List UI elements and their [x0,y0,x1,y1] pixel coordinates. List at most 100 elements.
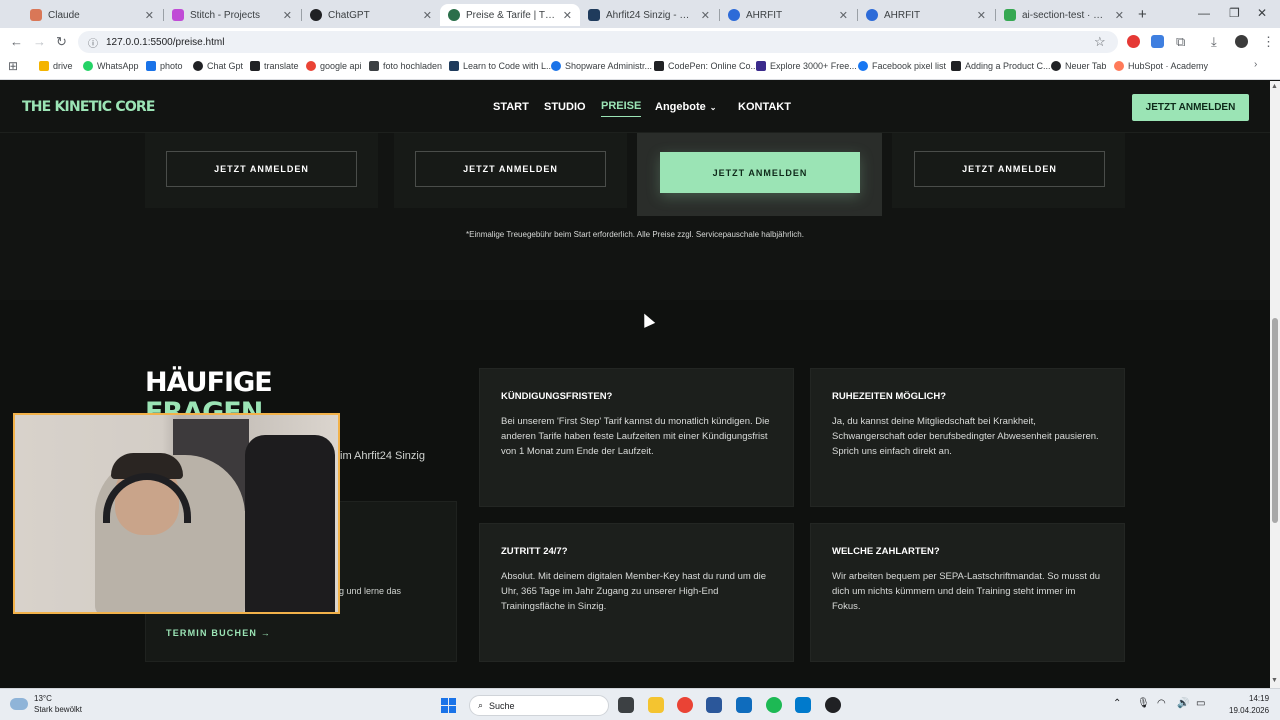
nav-preise[interactable]: PREISE [601,100,642,117]
faq-question: ZUTRITT 24/7? [501,546,568,557]
tab-label: AHRFIT [884,9,921,21]
faq-card: ZUTRITT 24/7? Absolut. Mit deinem digita… [479,523,794,662]
bookmark-star-icon[interactable]: ☆ [1094,34,1106,50]
pricing-signup-button[interactable]: JETZT ANMELDEN [415,151,606,187]
window-close-icon[interactable]: ✕ [1257,6,1267,20]
menu-icon[interactable]: ⋮ [1262,34,1275,50]
nav-studio[interactable]: STUDIO [544,101,586,113]
close-icon[interactable]: ✕ [423,9,432,22]
app-icon[interactable] [825,697,841,713]
bookmark-explore[interactable]: Explore 3000+ Free... [756,61,857,71]
tab-claude[interactable]: Claude ✕ [22,4,162,26]
taskbar-clock[interactable]: 14:19 19.04.2026 [1229,693,1269,717]
profile-avatar[interactable] [1235,35,1248,48]
nav-kontakt[interactable]: KONTAKT [738,101,791,113]
address-toolbar: ← → ↻ ⓘ 127.0.0.1:5500/preise.html ☆ ⧉ ⤓… [0,28,1280,56]
nav-angebote-label: Angebote [655,101,706,113]
bookmark-neuer-tab[interactable]: Neuer Tab [1051,61,1106,71]
bookmark-shopware[interactable]: Shopware Administr... [551,61,652,71]
tab-ahrfit-studio[interactable]: Ahrfit24 Sinzig - Studio ✕ [580,4,718,26]
store-icon[interactable] [706,697,722,713]
bookmark-codepen[interactable]: CodePen: Online Co... [654,61,758,71]
taskbar-search[interactable]: ⌕ Suche [469,695,609,716]
bookmark-drive[interactable]: drive [39,61,73,71]
extension-icon[interactable] [1127,35,1140,48]
bookmark-learn-to-code[interactable]: Learn to Code with L... [449,61,554,71]
tray-overflow-icon[interactable]: ⌃ [1113,698,1121,709]
bookmark-foto-hochladen[interactable]: foto hochladen [369,61,442,71]
bookmarks-overflow-icon[interactable]: › [1254,59,1257,70]
tab-stitch[interactable]: Stitch - Projects ✕ [164,4,300,26]
globe-icon [448,9,460,21]
faq-heading-line1: HÄUFIGE [145,367,273,398]
tab-chatgpt[interactable]: ChatGPT ✕ [302,4,440,26]
outlook-icon[interactable] [736,697,752,713]
search-placeholder: Suche [489,700,515,711]
extensions-puzzle-icon[interactable]: ⧉ [1176,34,1185,50]
tab-ahrfit-2[interactable]: AHRFIT ✕ [858,4,994,26]
clock-time: 14:19 [1249,694,1270,703]
webcam-overlay [13,413,340,614]
scroll-up-icon[interactable]: ▲ [1271,83,1278,90]
task-view-icon[interactable] [618,697,634,713]
bookmark-hubspot[interactable]: HubSpot · Academy [1114,61,1208,71]
pricing-signup-button[interactable]: JETZT ANMELDEN [914,151,1105,187]
bookmark-chatgpt[interactable]: Chat Gpt [193,61,243,71]
volume-icon[interactable]: 🔊 [1177,698,1189,709]
weather-description[interactable]: Stark bewölkt [34,705,82,714]
spotify-icon[interactable] [766,697,782,713]
bookmark-translate[interactable]: translate [250,61,299,71]
back-icon[interactable]: ← [10,34,23,49]
close-icon[interactable]: ✕ [283,9,292,22]
weather-temperature[interactable]: 13°C [34,694,52,703]
forward-icon[interactable]: → [33,34,46,49]
battery-icon[interactable]: ▭ [1196,698,1205,709]
site-info-icon[interactable]: ⓘ [88,35,98,50]
reload-icon[interactable]: ↻ [56,34,67,50]
file-explorer-icon[interactable] [648,697,664,713]
close-icon[interactable]: ✕ [563,9,572,22]
book-appointment-link[interactable]: TERMIN BUCHEN → [166,628,271,638]
shopware-icon [551,61,561,71]
maximize-icon[interactable]: ❐ [1229,6,1240,20]
address-bar[interactable]: ⓘ 127.0.0.1:5500/preise.html [78,31,1118,53]
tab-ai-section[interactable]: ai-section-test · Startseite ✕ [996,4,1132,26]
windows-start-icon[interactable] [441,698,456,713]
new-tab-icon[interactable]: + [1138,6,1147,23]
cloud-icon[interactable] [10,698,28,710]
scroll-down-icon[interactable]: ▼ [1271,677,1278,684]
tab-ahrfit-1[interactable]: AHRFIT ✕ [720,4,856,26]
close-icon[interactable]: ✕ [1115,9,1124,22]
scrollbar-thumb[interactable] [1272,318,1278,523]
bookmark-adding-product[interactable]: Adding a Product C... [951,61,1051,71]
page-scrollbar[interactable]: ▲ ▼ [1270,81,1280,688]
tab-preise-active[interactable]: Preise & Tarife | THE KINE ✕ [440,4,580,26]
bookmark-whatsapp[interactable]: WhatsApp [83,61,139,71]
windows-taskbar: 13°C Stark bewölkt ⌕ Suche ⌃ 🎙 ◠ 🔊 ▭ 14:… [0,688,1280,720]
close-icon[interactable]: ✕ [977,9,986,22]
download-icon[interactable]: ⤓ [1211,34,1217,50]
pricing-signup-button-primary[interactable]: JETZT ANMELDEN [660,152,860,193]
bookmark-photo[interactable]: photo [146,61,183,71]
site-logo[interactable]: THE KINETIC CORE [22,99,155,115]
apps-grid-icon[interactable]: ⊞ [8,59,18,73]
extension-icon[interactable] [1151,35,1164,48]
nav-start[interactable]: START [493,101,529,113]
globe-icon [866,9,878,21]
vscode-icon[interactable] [795,697,811,713]
bookmark-facebook-pixel[interactable]: Facebook pixel list [858,61,946,71]
close-icon[interactable]: ✕ [701,9,710,22]
minimize-icon[interactable]: — [1198,6,1210,20]
nav-angebote[interactable]: Angebote ⌄ [655,101,716,113]
tab-label: ChatGPT [328,9,370,21]
close-icon[interactable]: ✕ [839,9,848,22]
chrome-icon[interactable] [677,697,693,713]
bookmark-google-api[interactable]: google api [306,61,362,71]
photo-icon [369,61,379,71]
wifi-icon[interactable]: ◠ [1157,698,1166,709]
header-signup-button[interactable]: JETZT ANMELDEN [1132,94,1249,121]
pricing-signup-button[interactable]: JETZT ANMELDEN [166,151,357,187]
close-icon[interactable]: ✕ [145,9,154,22]
tab-label: Stitch - Projects [190,9,261,21]
microphone-icon[interactable]: 🎙 [1137,698,1150,709]
